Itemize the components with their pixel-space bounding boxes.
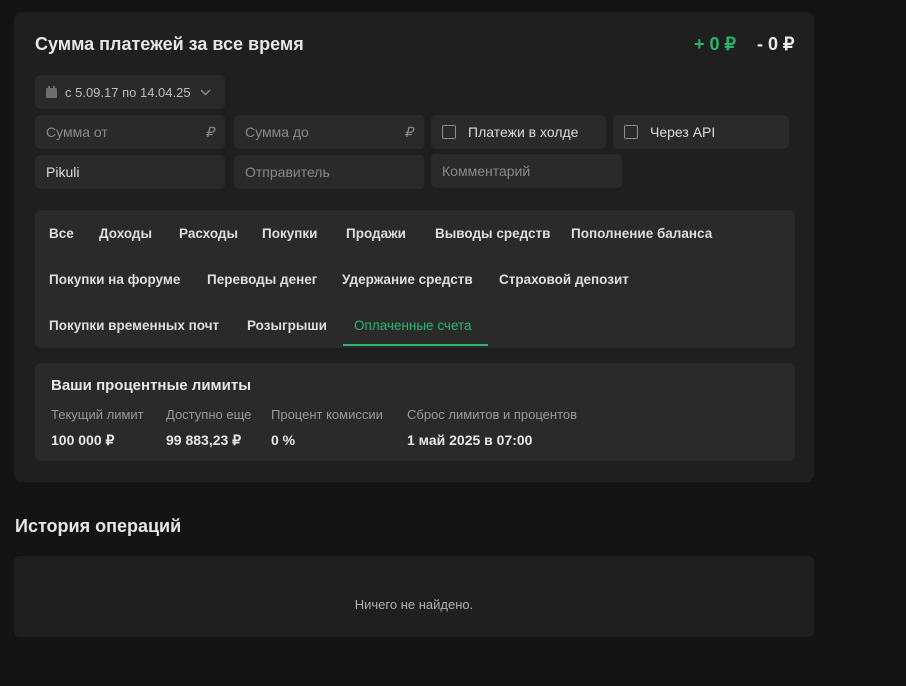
- reset-value: 1 май 2025 в 07:00: [407, 432, 533, 448]
- comment-input[interactable]: Комментарий: [431, 154, 622, 188]
- active-tab-indicator: [343, 344, 488, 346]
- checkbox-icon: [442, 125, 456, 139]
- tab-paid-invoices[interactable]: Оплаченные счета: [354, 318, 472, 333]
- history-title: История операций: [15, 516, 182, 536]
- date-range-picker[interactable]: с 5.09.17 по 14.04.25: [35, 75, 225, 109]
- tab-balance-topup[interactable]: Пополнение баланса: [571, 226, 712, 241]
- history-list: Ничего не найдено.: [14, 556, 814, 637]
- tab-giveaways[interactable]: Розыгрыши: [247, 318, 327, 333]
- expense-total: - 0 ₽: [757, 34, 795, 54]
- checkbox-icon: [624, 125, 638, 139]
- tab-income[interactable]: Доходы: [99, 226, 152, 241]
- sum-from-placeholder: Сумма от: [46, 124, 108, 140]
- commission-value: 0 %: [271, 432, 296, 448]
- tab-withdrawals[interactable]: Выводы средств: [435, 226, 550, 241]
- commission-label: Процент комиссии: [271, 407, 383, 422]
- chevron-down-icon: [200, 88, 211, 96]
- tab-temp-mail-purchases[interactable]: Покупки временных почт: [49, 318, 219, 333]
- via-api-label: Через API: [650, 124, 716, 140]
- operation-type-tabs: Все Доходы Расходы Покупки Продажи Вывод…: [35, 210, 795, 348]
- tab-sales[interactable]: Продажи: [346, 226, 406, 241]
- current-limit-value: 100 000 ₽: [51, 432, 115, 448]
- tab-expenses[interactable]: Расходы: [179, 226, 238, 241]
- payments-summary-panel: Сумма платежей за все время + 0 ₽ - 0 ₽ …: [14, 12, 814, 482]
- tab-forum-purchases[interactable]: Покупки на форуме: [49, 272, 180, 287]
- summary-title: Сумма платежей за все время: [35, 34, 304, 54]
- comment-placeholder: Комментарий: [442, 163, 531, 179]
- hold-payments-label: Платежи в холде: [468, 124, 579, 140]
- sender-placeholder: Отправитель: [245, 164, 330, 180]
- reset-label: Сброс лимитов и процентов: [407, 407, 578, 422]
- tab-all[interactable]: Все: [49, 226, 74, 241]
- user-value: Pikuli: [46, 164, 80, 180]
- limits-title: Ваши процентные лимиты: [51, 377, 252, 394]
- current-limit-label: Текущий лимит: [51, 407, 144, 422]
- tab-insurance-deposit[interactable]: Страховой депозит: [499, 272, 629, 287]
- income-total: + 0 ₽: [694, 34, 736, 54]
- tab-funds-hold[interactable]: Удержание средств: [342, 272, 473, 287]
- date-range-label: с 5.09.17 по 14.04.25: [65, 84, 191, 100]
- sum-to-placeholder: Сумма до: [245, 124, 309, 140]
- ruble-icon: ₽: [404, 123, 413, 140]
- available-value: 99 883,23 ₽: [166, 432, 242, 448]
- empty-state-text: Ничего не найдено.: [354, 597, 474, 612]
- tab-purchases[interactable]: Покупки: [262, 226, 317, 241]
- sum-from-input[interactable]: Сумма от ₽: [35, 115, 225, 149]
- hold-payments-checkbox[interactable]: Платежи в холде: [431, 115, 606, 149]
- ruble-icon: ₽: [205, 123, 214, 140]
- sum-to-input[interactable]: Сумма до ₽: [234, 115, 424, 149]
- via-api-checkbox[interactable]: Через API: [613, 115, 789, 149]
- sender-input[interactable]: Отправитель: [234, 155, 424, 189]
- user-input[interactable]: Pikuli: [35, 155, 225, 189]
- tab-money-transfers[interactable]: Переводы денег: [207, 272, 317, 287]
- percentage-limits-card: Ваши процентные лимиты Текущий лимит 100…: [35, 363, 795, 461]
- calendar-icon: [46, 86, 57, 98]
- available-label: Доступно еще: [166, 407, 252, 422]
